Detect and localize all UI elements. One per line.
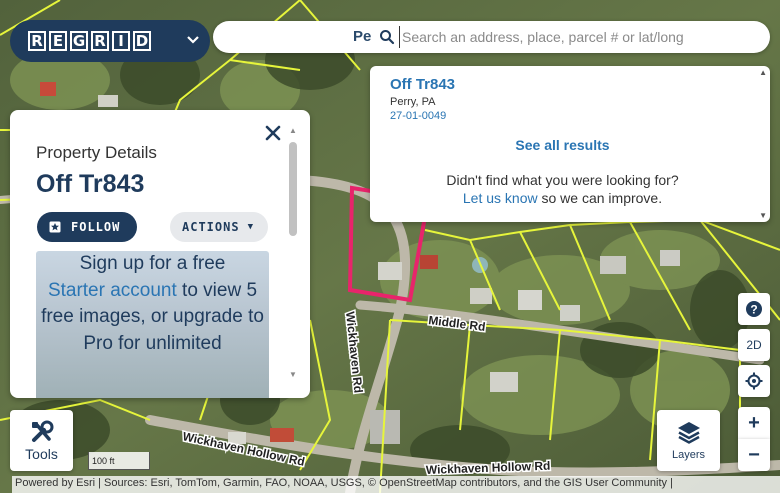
- logo-letter: R: [91, 31, 109, 51]
- svg-text:?: ?: [750, 303, 757, 317]
- promo-text: Sign up for a free Starter account to vie…: [36, 251, 269, 357]
- scroll-down-arrow[interactable]: ▼: [759, 211, 767, 220]
- crosshair-icon: [745, 372, 763, 390]
- layers-button[interactable]: Layers: [657, 410, 720, 471]
- locate-me-button[interactable]: [738, 365, 770, 397]
- search-results-dropdown: ▲ Off Tr843 Perry, PA 27-01-0049 See all…: [370, 66, 770, 222]
- panel-heading: Property Details: [36, 143, 157, 162]
- feedback-line: Let us know so we can improve.: [370, 190, 755, 206]
- result-city: Perry, PA: [390, 96, 436, 108]
- search-icon[interactable]: [379, 29, 395, 45]
- regrid-logo-menu[interactable]: R E G R I D: [10, 20, 210, 62]
- map-attribution: Powered by Esri | Sources: Esri, TomTom,…: [12, 476, 780, 493]
- close-icon[interactable]: [264, 124, 282, 142]
- chevron-down-icon: [187, 36, 199, 44]
- logo-letter: E: [49, 31, 67, 51]
- search-bar[interactable]: Pe: [213, 21, 770, 53]
- toggle-2d-button[interactable]: 2D: [738, 329, 770, 361]
- layers-label: Layers: [671, 449, 706, 461]
- panel-scrollbar[interactable]: [289, 142, 297, 236]
- feedback-text: so we can improve.: [537, 190, 663, 206]
- help-button[interactable]: ?: [738, 293, 770, 325]
- property-details-panel: ▲ ▼ Property Details Off Tr843 FOLLOW AC…: [10, 110, 310, 398]
- tools-label: Tools: [25, 446, 58, 462]
- search-context-text: Pe: [353, 28, 372, 45]
- property-title: Off Tr843: [36, 170, 145, 198]
- actions-label: ACTIONS: [182, 220, 240, 234]
- regrid-logo: R E G R I D: [28, 31, 151, 51]
- actions-dropdown-button[interactable]: ACTIONS ▼: [170, 212, 268, 242]
- not-found-message: Didn't find what you were looking for?: [446, 172, 679, 188]
- see-all-results-link[interactable]: See all results: [370, 137, 755, 153]
- layers-icon: [678, 422, 700, 444]
- caret-down-icon: ▼: [247, 222, 254, 232]
- map-scale-bar: 100 ft: [88, 452, 150, 470]
- search-input[interactable]: [399, 26, 759, 48]
- tools-button[interactable]: Tools: [10, 410, 73, 471]
- result-title[interactable]: Off Tr843: [390, 76, 455, 93]
- let-us-know-link[interactable]: Let us know: [463, 190, 538, 206]
- help-icon: ?: [746, 301, 762, 317]
- tools-icon: [32, 420, 54, 442]
- scroll-up-arrow[interactable]: ▲: [759, 68, 767, 77]
- logo-letter: R: [28, 31, 46, 51]
- zoom-out-button[interactable]: −: [738, 439, 770, 471]
- follow-button[interactable]: FOLLOW: [37, 212, 137, 242]
- starter-account-link[interactable]: Starter account: [48, 280, 177, 301]
- imagery-upgrade-promo: Sign up for a free Starter account to vie…: [36, 251, 269, 398]
- follow-star-icon: [49, 221, 61, 233]
- logo-letter: I: [112, 31, 130, 51]
- panel-scroll-down-arrow[interactable]: ▼: [289, 370, 297, 379]
- logo-letter: D: [133, 31, 151, 51]
- follow-label: FOLLOW: [71, 220, 121, 234]
- panel-scroll-up-arrow[interactable]: ▲: [289, 126, 297, 135]
- logo-letter: G: [70, 31, 88, 51]
- result-parcel-number: 27-01-0049: [390, 110, 447, 122]
- promo-line-1: Sign up for a free: [79, 253, 226, 274]
- zoom-in-button[interactable]: +: [738, 407, 770, 439]
